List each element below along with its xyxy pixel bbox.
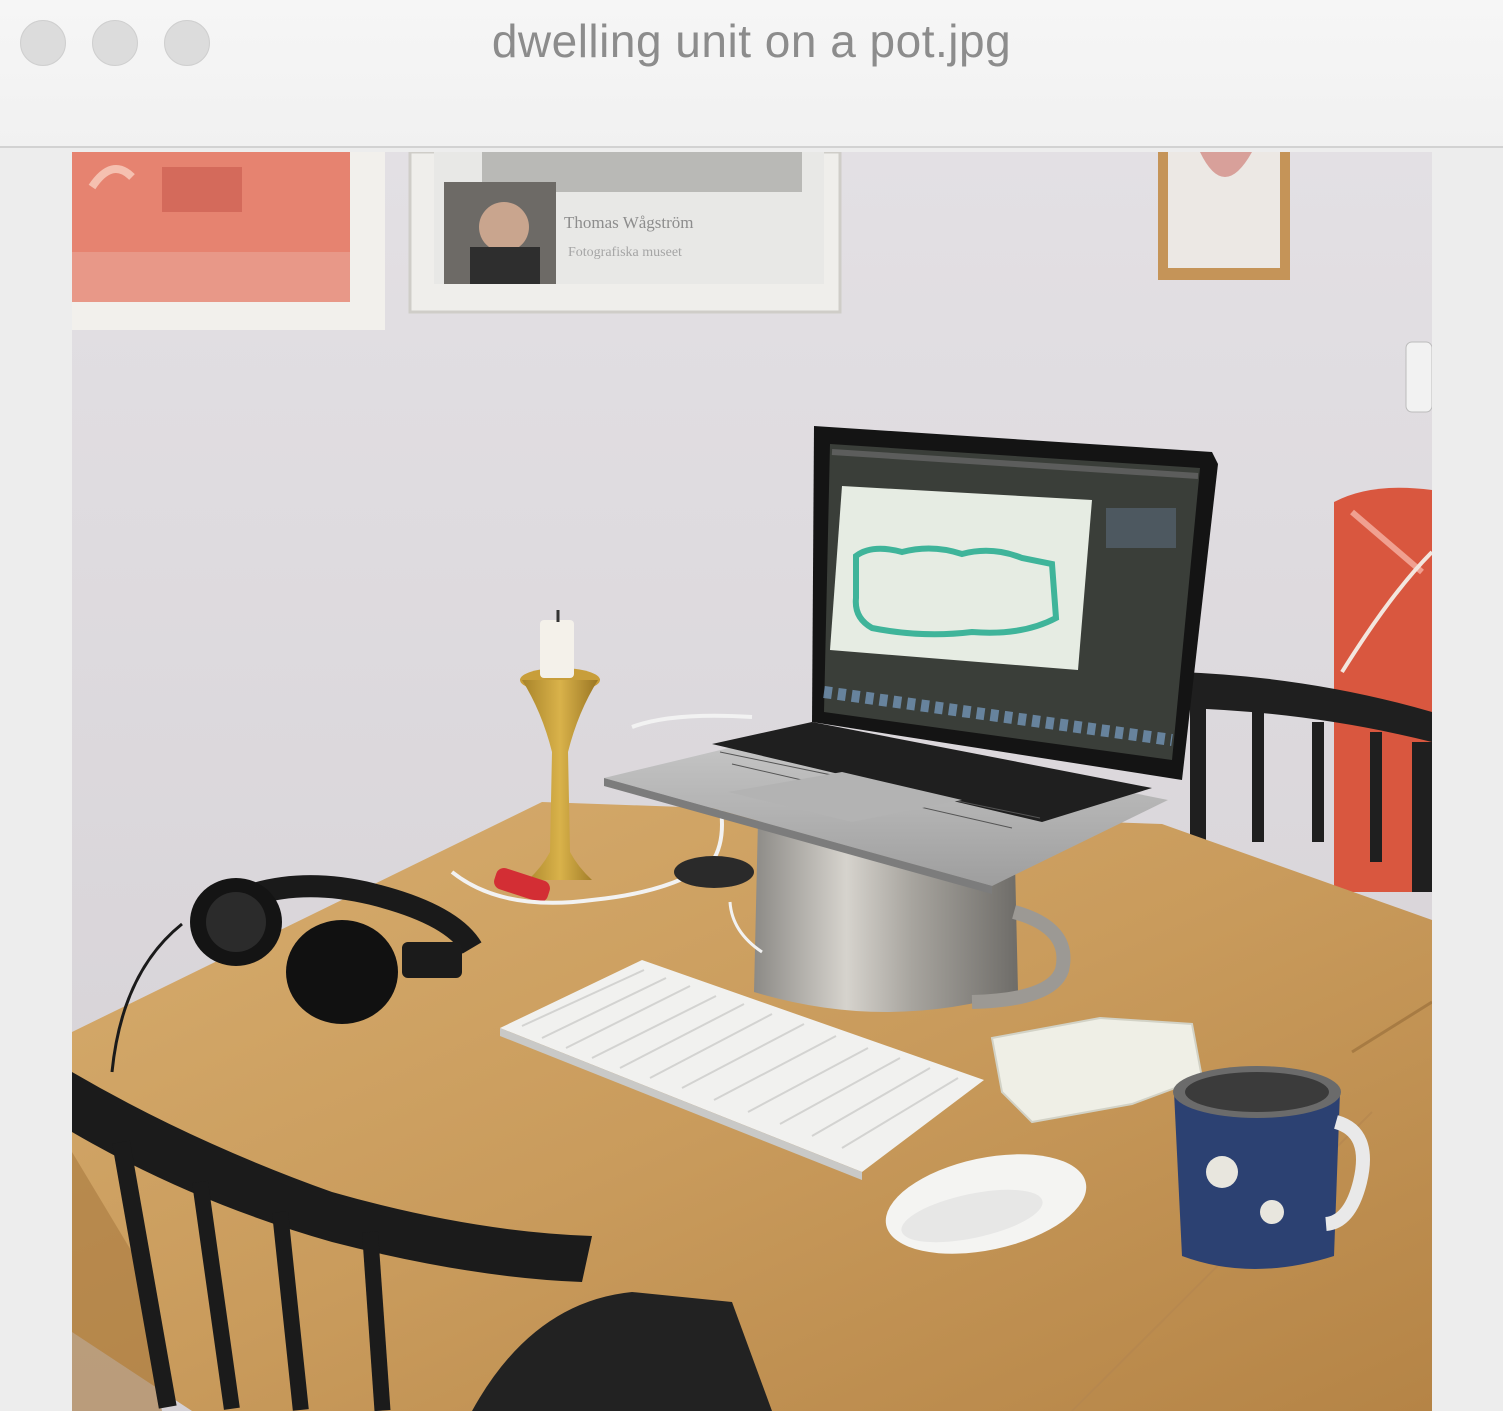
title-bar[interactable]: dwelling unit on a pot.jpg (0, 0, 1503, 148)
mug-icon (1173, 1066, 1370, 1269)
image-canvas: Thomas Wågström Fotografiska museet (0, 148, 1503, 1411)
photo: Thomas Wågström Fotografiska museet (72, 152, 1432, 1411)
window-title: dwelling unit on a pot.jpg (491, 15, 1012, 67)
framed-poster-red (72, 152, 385, 330)
framed-poster-small (1158, 152, 1290, 280)
framed-poster-photo: Thomas Wågström Fotografiska museet (408, 152, 842, 314)
poster-text-line2: Fotografiska museet (568, 245, 682, 260)
poster-text-line1: Thomas Wågström (564, 213, 694, 232)
wall-socket (1405, 341, 1432, 413)
image-viewer-window: dwelling unit on a pot.jpg Thomas Wågstr… (0, 0, 1503, 1411)
mouse-black (674, 856, 754, 888)
